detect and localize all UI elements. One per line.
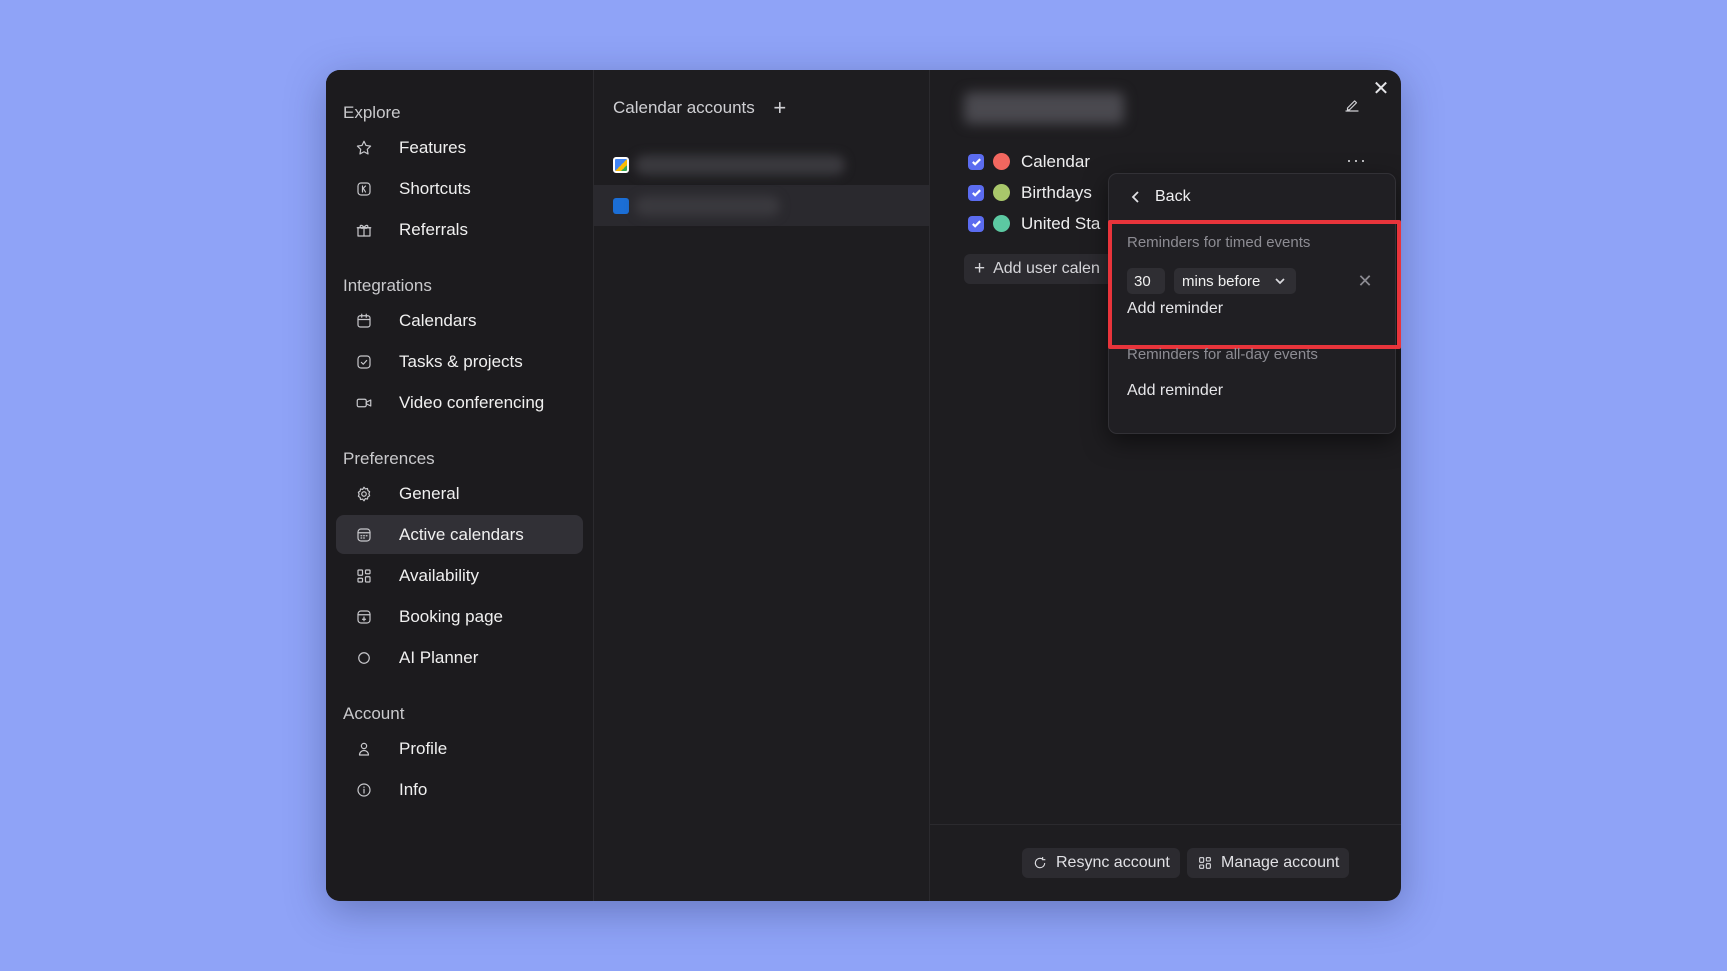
calendar-grid-icon	[354, 525, 374, 545]
section-title-explore: Explore	[343, 103, 401, 122]
account-email-redacted	[635, 154, 845, 175]
edit-icon[interactable]	[1343, 96, 1363, 116]
sidebar-item-label: Availability	[399, 565, 480, 585]
plus-icon: +	[974, 258, 986, 279]
sidebar-item-calendars[interactable]: Calendars	[336, 301, 583, 340]
booking-icon	[354, 607, 374, 627]
account-detail-panel: ✕ Calendar Birthdays United Sta ··· + Ad…	[930, 70, 1401, 901]
calendar-color-dot	[993, 153, 1010, 170]
add-account-button[interactable]: +	[769, 95, 791, 120]
sidebar-item-label: Shortcuts	[399, 178, 471, 198]
calendar-row: Calendar	[968, 146, 1100, 177]
account-name-redacted	[964, 92, 1124, 124]
footer-divider	[930, 824, 1401, 825]
outlook-icon	[613, 197, 629, 214]
calendar-checkbox[interactable]	[968, 184, 984, 201]
reminder-popover: Back Reminders for timed events 30 mins …	[1108, 173, 1401, 434]
sidebar-item-active-calendars[interactable]: Active calendars	[336, 515, 583, 554]
calendar-checkbox[interactable]	[968, 153, 984, 170]
sidebar-item-general[interactable]: General	[336, 474, 583, 513]
add-user-calendar-label: Add user calen	[993, 260, 1100, 277]
sidebar-item-profile[interactable]: Profile	[336, 729, 583, 768]
add-allday-reminder-button[interactable]: Add reminder	[1127, 382, 1223, 400]
resync-account-label: Resync account	[1056, 854, 1170, 871]
sidebar-item-features[interactable]: Features	[336, 128, 583, 167]
account-row-google[interactable]	[594, 144, 929, 185]
star-icon	[354, 138, 374, 158]
refresh-icon	[1034, 857, 1046, 869]
grid-icon	[354, 566, 374, 586]
back-label: Back	[1155, 188, 1191, 205]
reminder-amount-input[interactable]: 30	[1127, 268, 1165, 294]
video-camera-icon	[354, 393, 374, 413]
allday-reminders-label: Reminders for all-day events	[1127, 346, 1318, 363]
calendar-accounts-header: Calendar accounts +	[594, 90, 929, 126]
section-title-integrations: Integrations	[343, 276, 432, 295]
calendar-color-dot	[993, 215, 1010, 232]
sidebar-item-label: Tasks & projects	[399, 351, 523, 371]
manage-account-button[interactable]: Manage account	[1187, 848, 1350, 878]
chevron-left-icon	[1131, 191, 1139, 203]
remove-reminder-icon[interactable]: ✕	[1354, 270, 1376, 292]
grid-icon	[1199, 857, 1211, 869]
account-row-outlook[interactable]	[594, 185, 929, 226]
user-icon	[354, 739, 374, 759]
calendar-accounts-panel: Calendar accounts +	[594, 70, 930, 901]
calendar-label: Birthdays	[1021, 182, 1092, 202]
calendar-color-dot	[993, 184, 1010, 201]
account-email-redacted	[635, 195, 780, 216]
circle-icon	[354, 648, 374, 668]
sidebar-item-shortcuts[interactable]: Shortcuts	[336, 169, 583, 208]
timed-reminders-label: Reminders for timed events	[1127, 234, 1311, 251]
calendar-accounts-title: Calendar accounts	[613, 98, 755, 117]
reminder-unit-label: mins before	[1182, 272, 1261, 290]
chevron-down-icon	[1275, 278, 1285, 285]
settings-sidebar: Explore Features Shortcuts Referrals Int…	[326, 70, 594, 901]
calendar-checkbox[interactable]	[968, 215, 984, 232]
sidebar-item-label: Booking page	[399, 606, 503, 626]
checkbox-icon	[354, 352, 374, 372]
sidebar-item-label: Profile	[399, 738, 448, 758]
calendar-row: Birthdays	[968, 177, 1100, 208]
sidebar-item-availability[interactable]: Availability	[336, 556, 583, 595]
calendar-list: Calendar Birthdays United Sta	[968, 146, 1100, 239]
gift-icon	[354, 220, 374, 240]
gear-icon	[354, 484, 374, 504]
manage-account-label: Manage account	[1221, 854, 1340, 871]
sidebar-item-label: Video conferencing	[399, 392, 545, 412]
calendar-label: Calendar	[1021, 151, 1090, 171]
sidebar-item-label: Referrals	[399, 219, 468, 239]
info-icon	[354, 780, 374, 800]
sidebar-item-referrals[interactable]: Referrals	[336, 210, 583, 249]
sidebar-item-info[interactable]: Info	[336, 770, 583, 809]
calendar-row: United Sta	[968, 208, 1100, 239]
sidebar-item-label: Calendars	[399, 310, 477, 330]
reminder-unit-select[interactable]: mins before	[1174, 268, 1296, 294]
close-icon[interactable]: ✕	[1369, 76, 1393, 100]
sidebar-item-label: General	[399, 483, 460, 503]
calendar-icon	[354, 311, 374, 331]
keyboard-k-icon	[354, 179, 374, 199]
back-button[interactable]: Back	[1109, 184, 1395, 210]
google-calendar-icon	[613, 156, 629, 173]
sidebar-item-booking-page[interactable]: Booking page	[336, 597, 583, 636]
section-title-preferences: Preferences	[343, 449, 435, 468]
calendar-label: United Sta	[1021, 213, 1101, 233]
sidebar-item-video-conferencing[interactable]: Video conferencing	[336, 383, 583, 422]
sidebar-item-tasks-projects[interactable]: Tasks & projects	[336, 342, 583, 381]
sidebar-item-label: AI Planner	[399, 647, 479, 667]
sidebar-item-ai-planner[interactable]: AI Planner	[336, 638, 583, 677]
add-timed-reminder-button[interactable]: Add reminder	[1127, 300, 1223, 318]
sidebar-item-label: Features	[399, 137, 467, 157]
sidebar-item-label: Active calendars	[399, 524, 524, 544]
more-options-icon[interactable]: ···	[1346, 150, 1367, 171]
resync-account-button[interactable]: Resync account	[1022, 848, 1180, 878]
settings-window: Explore Features Shortcuts Referrals Int…	[326, 70, 1401, 901]
section-title-account: Account	[343, 704, 405, 723]
sidebar-item-label: Info	[399, 779, 428, 799]
